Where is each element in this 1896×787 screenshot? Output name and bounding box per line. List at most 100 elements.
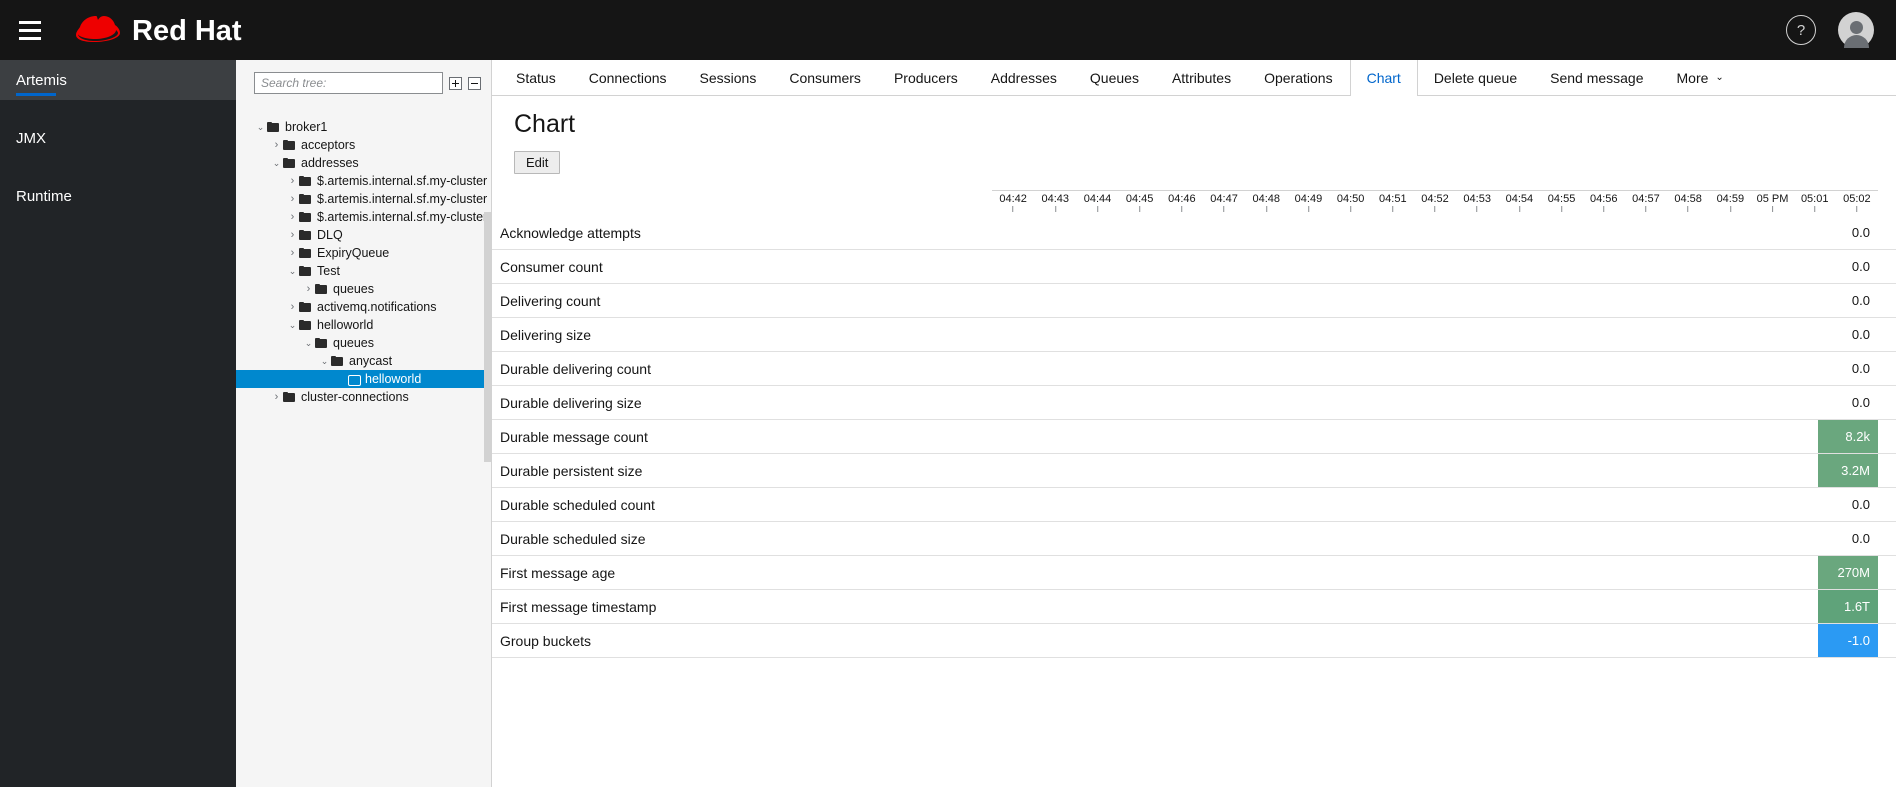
folder-icon xyxy=(299,266,312,276)
chevron-right-icon[interactable]: › xyxy=(270,391,283,403)
tree-node[interactable]: helloworld› xyxy=(236,370,491,388)
chart-row[interactable]: Delivering count 0.0 xyxy=(492,284,1896,318)
chart-row[interactable]: Consumer count 0.0 xyxy=(492,250,1896,284)
chart-row[interactable]: Durable scheduled size 0.0 xyxy=(492,522,1896,556)
chevron-right-icon[interactable]: › xyxy=(286,301,299,313)
tree-node[interactable]: › queues xyxy=(236,280,491,298)
tree-node-label: acceptors xyxy=(301,138,356,152)
chevron-down-icon[interactable]: ⌄ xyxy=(286,320,299,330)
tab-consumers[interactable]: Consumers xyxy=(773,60,878,95)
tab-more[interactable]: More ⌄ xyxy=(1661,60,1741,95)
tab-addresses[interactable]: Addresses xyxy=(975,60,1074,95)
tree-node-label: cluster-connections xyxy=(301,390,409,404)
tab-attributes[interactable]: Attributes xyxy=(1156,60,1248,95)
axis-tick-label: 05:01 xyxy=(1800,193,1829,205)
axis-tick-mark xyxy=(1476,206,1478,212)
tree-node[interactable]: › activemq.notifications xyxy=(236,298,491,316)
sidebar-item-label: JMX xyxy=(16,129,46,147)
tab-label: Send message xyxy=(1550,69,1644,86)
search-tree-input[interactable] xyxy=(254,72,443,94)
chevron-right-icon[interactable]: › xyxy=(286,211,299,223)
collapse-all-icon[interactable] xyxy=(468,76,481,90)
chart-row[interactable]: Durable delivering count 0.0 xyxy=(492,352,1896,386)
tree-node-label: DLQ xyxy=(317,228,343,242)
axis-tick-mark xyxy=(1223,206,1225,212)
tab-sessions[interactable]: Sessions xyxy=(684,60,774,95)
chart-row[interactable]: Durable delivering size 0.0 xyxy=(492,386,1896,420)
chart-row-value-badge: 8.2k xyxy=(1818,420,1878,453)
edit-button[interactable]: Edit xyxy=(514,151,561,174)
axis-tick-mark xyxy=(1729,206,1731,212)
expand-all-icon[interactable] xyxy=(449,76,462,90)
tree-node-label: Test xyxy=(317,264,340,278)
tree-node[interactable]: › cluster-connections xyxy=(236,388,491,406)
axis-tick-label: 04:55 xyxy=(1547,193,1576,205)
tree-node[interactable]: › ExpiryQueue xyxy=(236,244,491,262)
tab-label: More xyxy=(1676,69,1709,86)
tree-toolbar xyxy=(236,60,491,104)
chart-row[interactable]: Acknowledge attempts 0.0 xyxy=(492,216,1896,250)
axis-tick-mark xyxy=(1307,206,1309,212)
chevron-down-icon[interactable]: ⌄ xyxy=(302,338,315,348)
chart-row[interactable]: Durable persistent size 3.2M xyxy=(492,454,1896,488)
chart-row[interactable]: Durable message count 8.2k xyxy=(492,420,1896,454)
tree-node-label: broker1 xyxy=(285,120,328,134)
chart-row[interactable]: Durable scheduled count 0.0 xyxy=(492,488,1896,522)
tree-node[interactable]: ⌄ anycast xyxy=(236,352,491,370)
tab-label: Delete queue xyxy=(1433,69,1518,86)
tree-node[interactable]: › DLQ xyxy=(236,226,491,244)
chevron-down-icon[interactable]: ⌄ xyxy=(254,122,267,132)
chart-row[interactable]: First message age 270M xyxy=(492,556,1896,590)
axis-tick: 05:01 xyxy=(1800,191,1829,212)
tree-node[interactable]: › $.artemis.internal.sf.my-cluster.... xyxy=(236,172,491,190)
global-nav-toggle-button[interactable] xyxy=(0,0,60,60)
tree-node[interactable]: › $.artemis.internal.sf.my-cluster.... xyxy=(236,190,491,208)
tree-node[interactable]: ⌄ queues xyxy=(236,334,491,352)
chart-row[interactable]: Group buckets -1.0 xyxy=(492,624,1896,658)
chevron-right-icon[interactable]: › xyxy=(286,193,299,205)
tab-operations[interactable]: Operations xyxy=(1248,60,1349,95)
sidebar-item-jmx[interactable]: JMX xyxy=(0,118,236,158)
chevron-down-icon[interactable]: ⌄ xyxy=(318,356,331,366)
chevron-right-icon[interactable]: › xyxy=(286,247,299,259)
tree-scrollbar[interactable] xyxy=(484,212,491,462)
tree-node[interactable]: › acceptors xyxy=(236,136,491,154)
axis-tick: 04:55 xyxy=(1547,191,1576,212)
tab-queues[interactable]: Queues xyxy=(1074,60,1156,95)
axis-tick-mark xyxy=(1139,206,1141,212)
help-icon[interactable]: ? xyxy=(1786,15,1816,45)
tab-delete-queue[interactable]: Delete queue xyxy=(1418,60,1534,95)
chart-row[interactable]: First message timestamp 1.6T xyxy=(492,590,1896,624)
tab-connections[interactable]: Connections xyxy=(573,60,684,95)
sidebar-item-label: Runtime xyxy=(16,187,72,205)
tab-label: Operations xyxy=(1264,69,1333,86)
tree-node-label: activemq.notifications xyxy=(317,300,437,314)
chart: 04:42 04:43 04:44 04:45 04:46 04:47 04:48 04:49… xyxy=(492,190,1896,658)
tab-send-message[interactable]: Send message xyxy=(1534,60,1660,95)
axis-tick-label: 04:50 xyxy=(1336,193,1365,205)
avatar-body xyxy=(1843,35,1869,48)
chevron-down-icon[interactable]: ⌄ xyxy=(270,158,283,168)
sidebar-item-runtime[interactable]: Runtime xyxy=(0,176,236,216)
tree-node[interactable]: ⌄ broker1 xyxy=(236,118,491,136)
tree-node[interactable]: ⌄ addresses xyxy=(236,154,491,172)
tab-chart[interactable]: Chart xyxy=(1349,60,1418,96)
tab-producers[interactable]: Producers xyxy=(878,60,975,95)
avatar[interactable] xyxy=(1838,12,1874,48)
chevron-down-icon[interactable]: ⌄ xyxy=(286,266,299,276)
red-hat-logo[interactable]: Red Hat xyxy=(68,8,318,52)
tree-node[interactable]: ⌄ Test xyxy=(236,262,491,280)
sidebar-item-artemis[interactable]: Artemis xyxy=(0,60,236,100)
chevron-right-icon[interactable]: › xyxy=(286,175,299,187)
folder-icon xyxy=(299,176,312,186)
chevron-right-icon[interactable]: › xyxy=(270,139,283,151)
tree-node[interactable]: ⌄ helloworld xyxy=(236,316,491,334)
tree-node[interactable]: › $.artemis.internal.sf.my-cluster.... xyxy=(236,208,491,226)
chevron-right-icon[interactable]: › xyxy=(302,283,315,295)
chart-row[interactable]: Delivering size 0.0 xyxy=(492,318,1896,352)
tab-status[interactable]: Status xyxy=(500,60,573,95)
chevron-right-icon[interactable]: › xyxy=(286,229,299,241)
axis-tick-label: 05 PM xyxy=(1756,193,1789,205)
axis-tick-label: 04:54 xyxy=(1505,193,1534,205)
